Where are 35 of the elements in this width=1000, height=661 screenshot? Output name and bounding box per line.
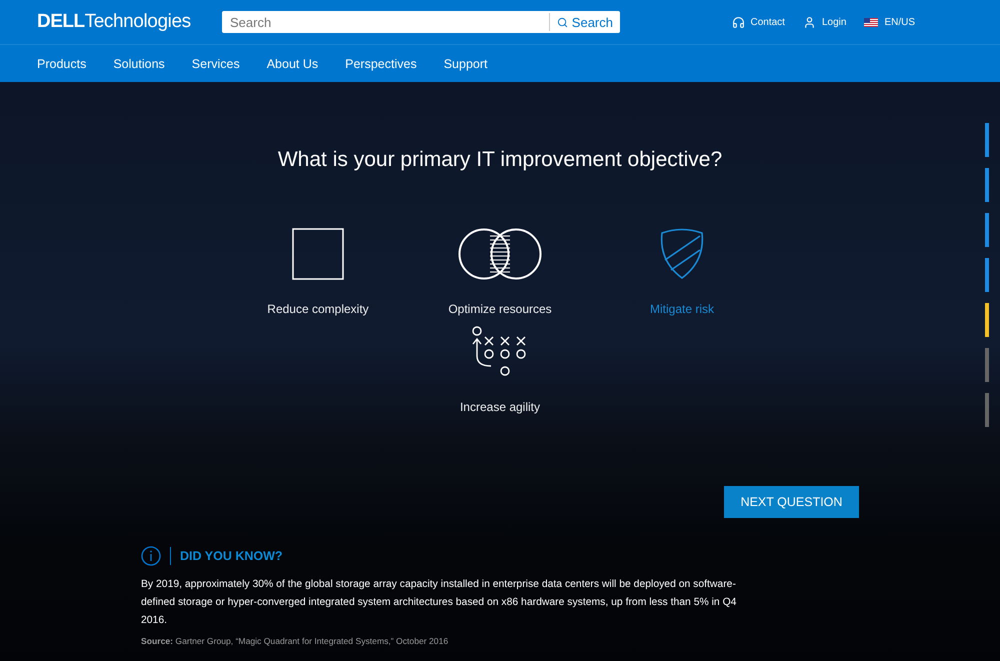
logo[interactable]: DELLTechnologies (37, 11, 222, 33)
nav-item[interactable]: Products (37, 56, 86, 70)
option-label: Increase agility (460, 400, 540, 414)
user-icon (802, 16, 816, 28)
link-label: Contact (750, 16, 785, 28)
nav-item[interactable]: Perspectives (345, 56, 417, 70)
link-label: EN/US (884, 16, 915, 28)
answer-option[interactable]: Reduce complexity (227, 228, 409, 326)
nav-item[interactable]: About Us (266, 56, 318, 70)
question-title: What is your primary IT improvement objective? (278, 148, 722, 172)
venn-diagram-icon (458, 228, 542, 280)
answer-option[interactable]: Mitigate risk (591, 228, 773, 326)
locale-link[interactable]: EN/US (864, 16, 915, 28)
fact-text: By 2019, approximately 30% of the global storage array capacity installed in enterprise data centers will be deployed on software-defined storage or hyper-converged integrated system architectures based on x86 hardware systems, up from less than 5% in Q4 2016. (141, 578, 738, 628)
contact-link[interactable]: Contact (732, 16, 785, 28)
fact-title: DID YOU KNOW? (180, 549, 283, 563)
option-label: Mitigate risk (650, 302, 714, 316)
nav-item[interactable]: Solutions (113, 56, 165, 70)
headset-icon (732, 16, 744, 28)
login-link[interactable]: Login (802, 16, 846, 28)
answer-option[interactable]: Optimize resources (409, 228, 591, 326)
flag-icon (864, 18, 878, 26)
search-icon (556, 16, 568, 28)
answer-option[interactable]: Increase agility (409, 326, 591, 418)
nav-item[interactable]: Services (192, 56, 240, 70)
shield-icon (659, 228, 705, 280)
source-note: Source: Gartner Group, “Magic Quadrant for Integrated Systems,” October 2016 (141, 636, 450, 646)
next-question-button[interactable]: NEXT QUESTION (724, 486, 859, 518)
search-field[interactable]: Search Search (222, 11, 620, 33)
option-label: Optimize resources (448, 302, 552, 316)
info-icon (141, 546, 161, 566)
nav-item[interactable]: Support (444, 56, 488, 70)
option-label: Reduce complexity (267, 302, 369, 316)
link-label: Login (822, 16, 846, 28)
square-icon (292, 228, 344, 280)
